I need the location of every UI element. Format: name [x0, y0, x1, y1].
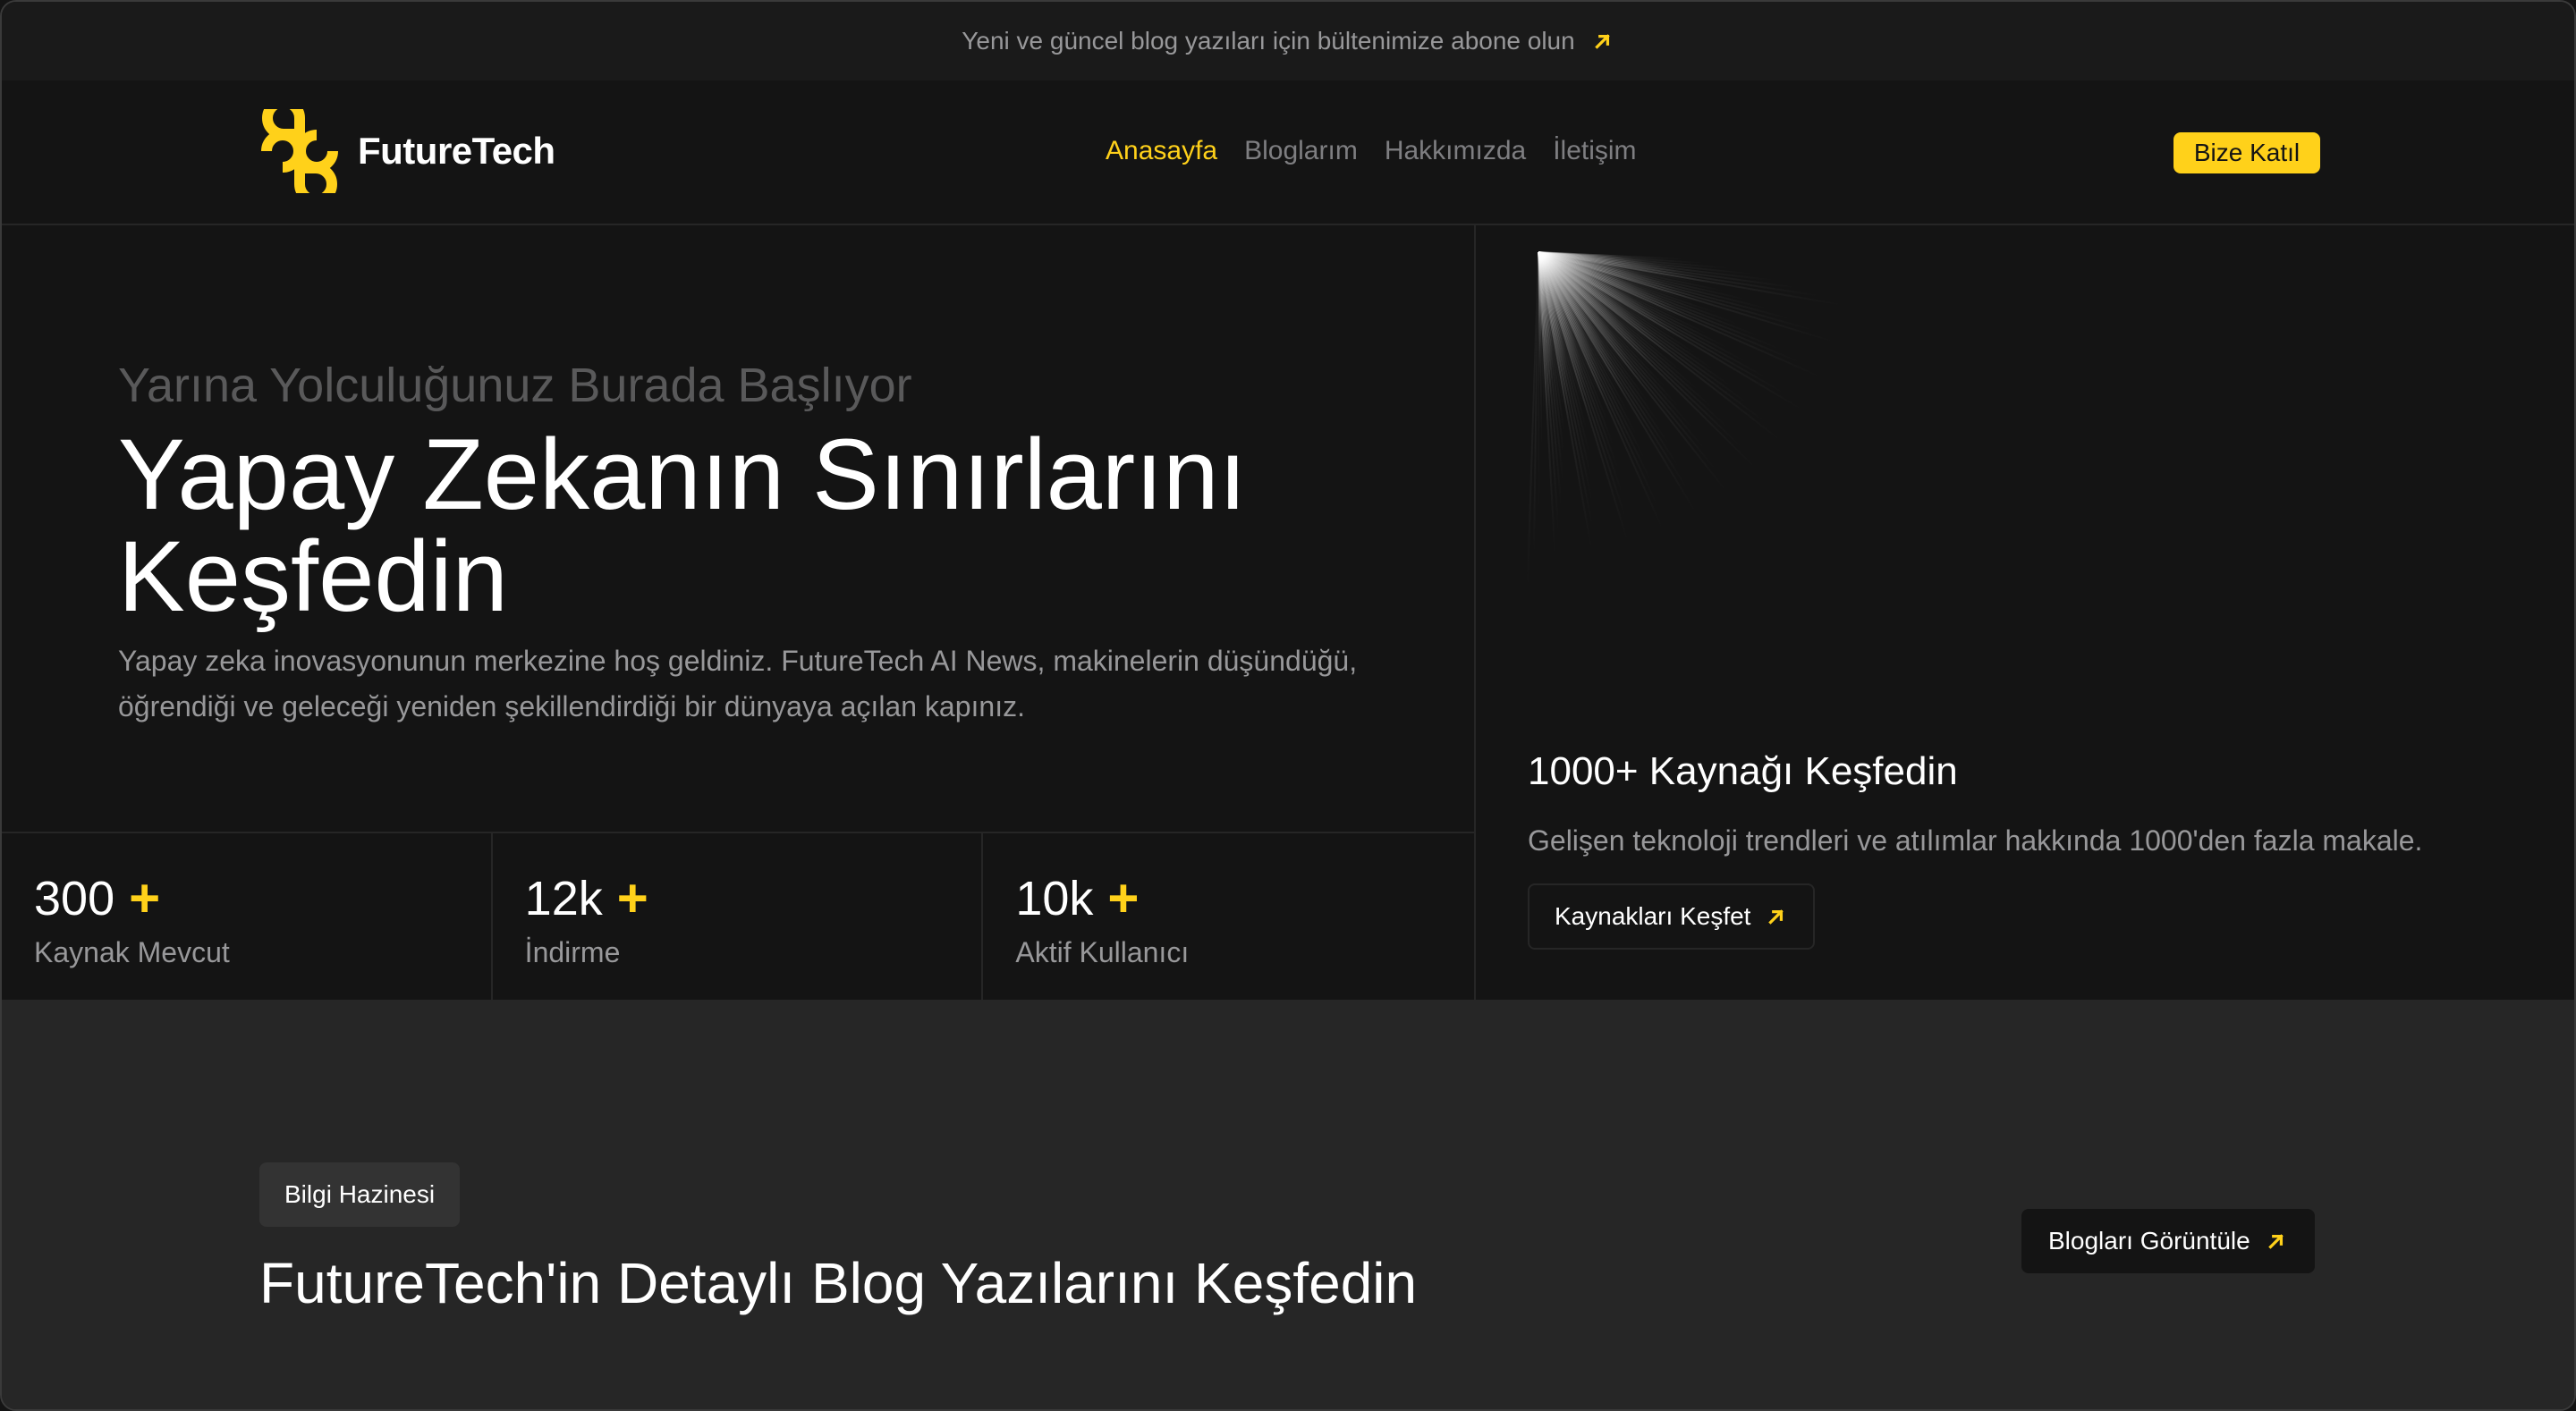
stat-value: 10k — [1015, 871, 1094, 925]
nav-links: Anasayfa Bloglarım Hakkımızda İletişim — [1106, 136, 1637, 166]
explore-resources-label: Kaynakları Keşfet — [1555, 902, 1751, 930]
stat-label: Aktif Kullanıcı — [1015, 936, 1190, 968]
join-button[interactable]: Bize Katıl — [2174, 132, 2320, 173]
resources-description: Gelişen teknoloji trendleri ve atılımlar… — [1528, 824, 2423, 857]
section-title: FutureTech'in Detaylı Blog Yazılarını Ke… — [259, 1251, 1418, 1315]
page-frame: Yeni ve güncel blog yazıları için bülten… — [0, 0, 2576, 1411]
nav-link-blogs[interactable]: Bloglarım — [1244, 136, 1358, 166]
nav-link-contact[interactable]: İletişim — [1553, 136, 1636, 166]
logo-text: FutureTech — [358, 130, 555, 172]
hero-content: Yarına Yolculuğunuz Burada Başlıyor Yapa… — [2, 225, 1474, 832]
stat-label: Kaynak Mevcut — [34, 936, 230, 968]
plus-icon: + — [129, 868, 161, 928]
stats-row: 300 + Kaynak Mevcut 12k + İndirme 10k + … — [2, 832, 1474, 1000]
arrow-up-right-icon — [2267, 1234, 2284, 1249]
explore-resources-button[interactable]: Kaynakları Keşfet — [1528, 883, 1816, 950]
stat-downloads: 12k + İndirme — [493, 833, 984, 1000]
stat-value: 300 — [34, 871, 115, 925]
plus-icon: + — [1107, 868, 1140, 928]
announcement-bar[interactable]: Yeni ve güncel blog yazıları için bülten… — [2, 2, 2574, 80]
hero-subtitle: Yarına Yolculuğunuz Burada Başlıyor — [118, 359, 912, 412]
view-blogs-label: Blogları Görüntüle — [2048, 1227, 2250, 1255]
nav-link-home[interactable]: Anasayfa — [1106, 136, 1217, 166]
logo[interactable]: FutureTech — [258, 109, 555, 193]
light-ray — [1538, 251, 1905, 472]
light-ray — [1526, 251, 1539, 604]
navbar: FutureTech Anasayfa Bloglarım Hakkımızda… — [2, 80, 2574, 225]
light-burst-decoration — [1526, 251, 1962, 671]
section-tag: Bilgi Hazinesi — [259, 1162, 461, 1227]
nav-link-about[interactable]: Hakkımızda — [1385, 136, 1526, 166]
resources-panel: 1000+ Kaynağı Keşfedin Gelişen teknoloji… — [1474, 225, 2574, 1000]
stat-value: 12k — [524, 871, 603, 925]
hero-description: Yapay zeka inovasyonunun merkezine hoş g… — [118, 645, 1358, 723]
hero-headline: Yapay Zekanın Sınırlarını Keşfedin — [118, 418, 1247, 633]
plus-icon: + — [616, 868, 648, 928]
resources-title: 1000+ Kaynağı Keşfedin — [1528, 749, 1958, 793]
blog-intro-section: Bilgi Hazinesi FutureTech'in Detaylı Blo… — [2, 1000, 2574, 1409]
arrow-up-right-icon — [1594, 34, 1610, 49]
view-blogs-button[interactable]: Blogları Görüntüle — [2021, 1209, 2315, 1273]
stat-resources: 300 + Kaynak Mevcut — [2, 833, 493, 1000]
logo-icon — [261, 109, 338, 193]
arrow-up-right-icon — [1768, 909, 1784, 925]
announcement-text[interactable]: Yeni ve güncel blog yazıları için bülten… — [962, 27, 1574, 55]
stat-active-users: 10k + Aktif Kullanıcı — [983, 833, 1474, 1000]
stat-label: İndirme — [524, 936, 621, 968]
